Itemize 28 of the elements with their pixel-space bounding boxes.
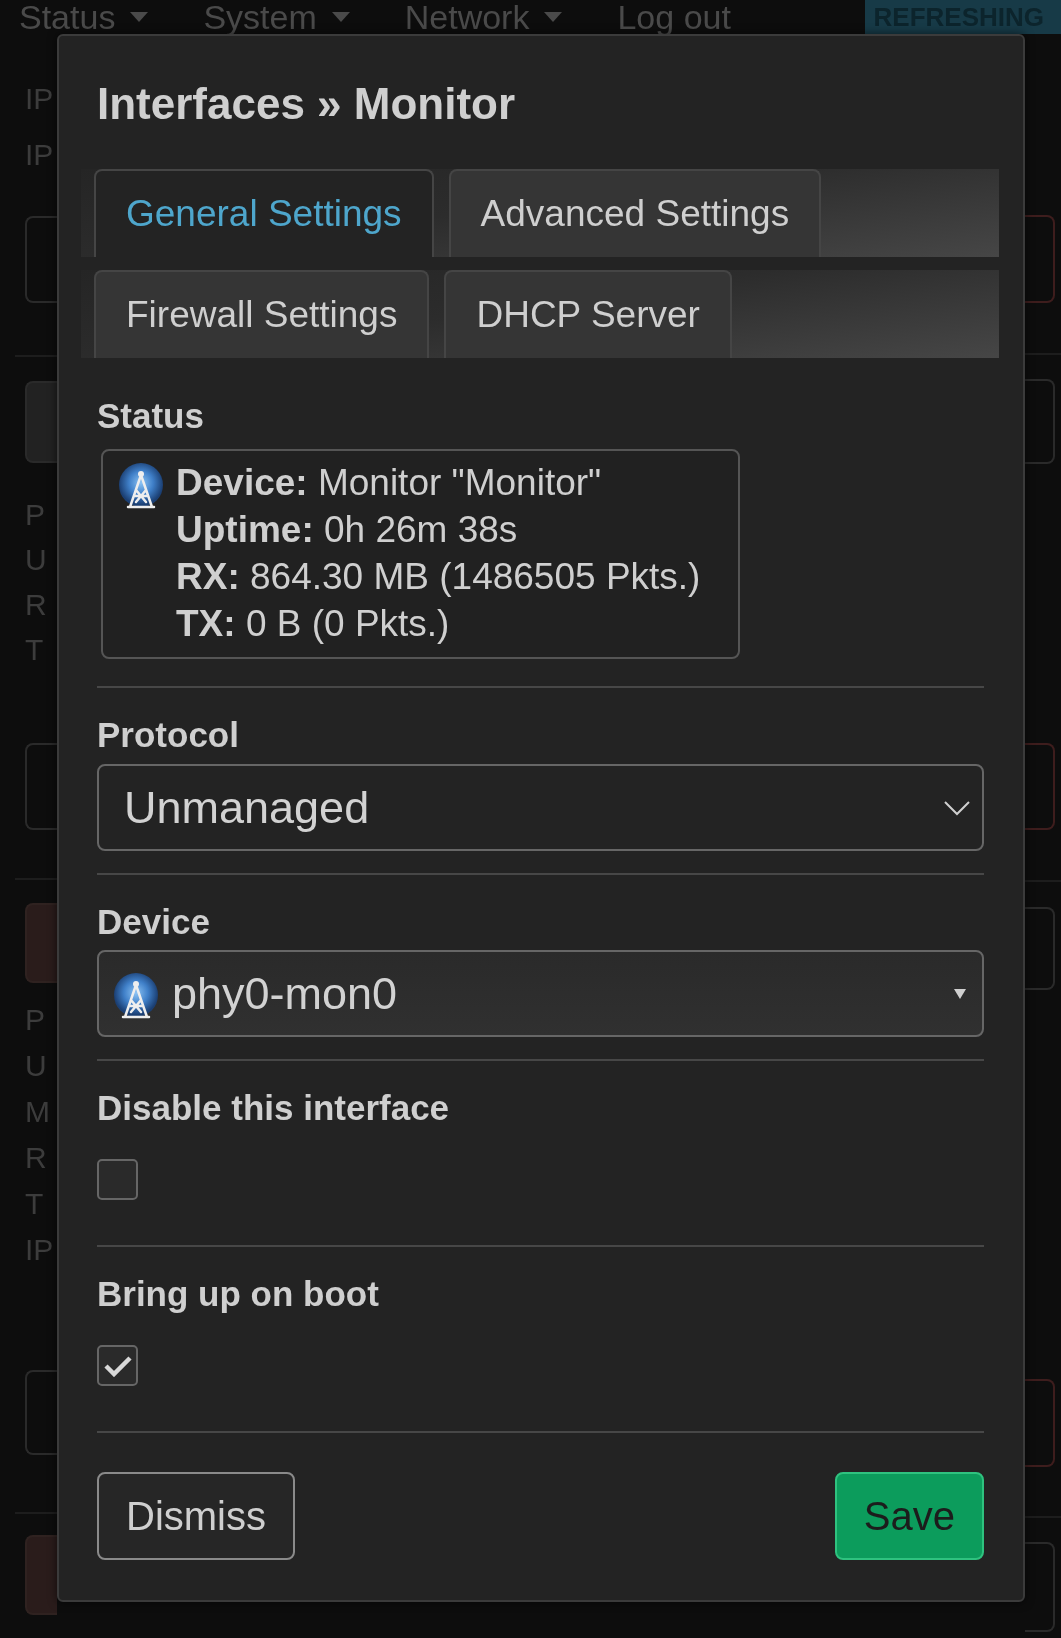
checkmark-icon xyxy=(103,1354,132,1377)
status-line: Device: Monitor "Monitor" xyxy=(176,461,603,505)
tab[interactable]: Advanced Settings xyxy=(448,169,822,257)
tab[interactable]: DHCP Server xyxy=(444,270,732,358)
checkbox[interactable] xyxy=(97,1345,138,1386)
tab[interactable]: Firewall Settings xyxy=(94,270,430,358)
dismiss-button[interactable]: Dismiss xyxy=(97,1472,295,1560)
status-line: TX: 0 B (0 Pkts.) xyxy=(176,602,451,646)
dropdown-select[interactable]: Unmanaged xyxy=(97,764,984,851)
device-select[interactable]: phy0-mon0 xyxy=(97,950,984,1037)
dropdown-triangle-icon xyxy=(954,988,966,999)
field-label: Device xyxy=(97,902,211,942)
checkbox[interactable] xyxy=(97,1159,138,1200)
caret-down-icon xyxy=(130,12,149,22)
field-label: Disable this interface xyxy=(97,1088,451,1128)
save-button[interactable]: Save xyxy=(834,1472,984,1560)
caret-down-icon xyxy=(544,12,563,22)
antenna-icon xyxy=(113,972,159,1019)
field-label: Status xyxy=(97,396,205,436)
field-label: Protocol xyxy=(97,715,240,755)
status-line: RX: 864.30 MB (1486505 Pkts.) xyxy=(176,555,701,599)
field-label: Bring up on boot xyxy=(97,1274,380,1314)
caret-down-icon xyxy=(331,12,350,22)
tab[interactable]: General Settings xyxy=(94,169,434,257)
chevron-down-icon xyxy=(944,799,970,816)
antenna-icon xyxy=(118,463,164,509)
status-line: Uptime: 0h 26m 38s xyxy=(176,508,519,552)
dialog-title: Interfaces » Monitor xyxy=(97,81,517,127)
